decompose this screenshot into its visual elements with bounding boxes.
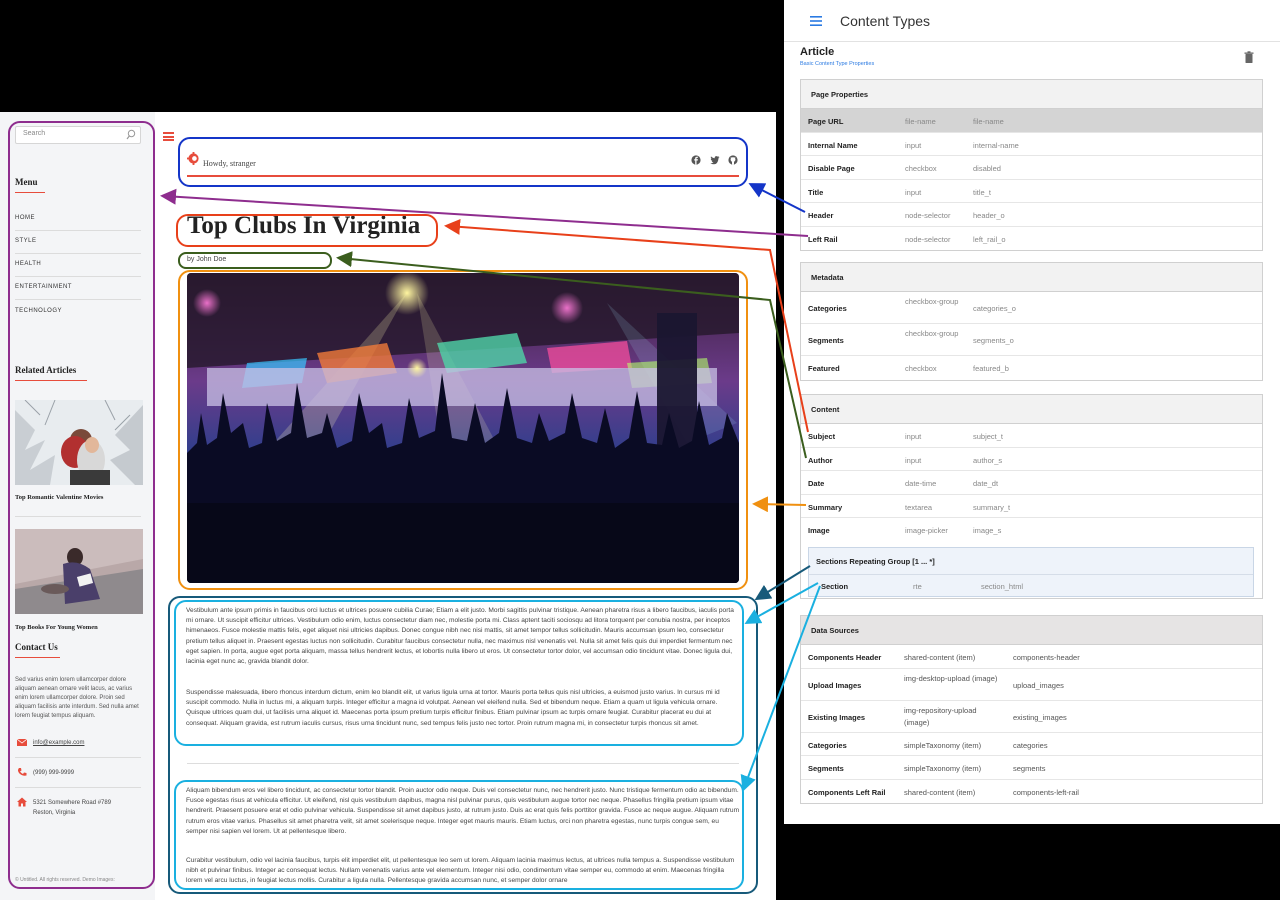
menu-item-technology[interactable]: TECHNOLOGY	[15, 308, 141, 314]
field-row-disable-page[interactable]: Disable Page checkbox disabled	[801, 156, 1262, 180]
section-paragraph-1: Vestibulum ante ipsum primis in faucibus…	[186, 607, 734, 666]
left-rail: Search Menu HOME STYLE HEALTH ENTERTAINM…	[0, 112, 155, 900]
contact-divider	[15, 787, 141, 788]
datasource-row-upload-images[interactable]: Upload Images img-desktop-upload (image) u…	[801, 669, 1262, 701]
related-title-books[interactable]: Top Books For Young Women	[15, 624, 98, 631]
related-thumb-valentine[interactable]	[15, 400, 143, 485]
menu-divider	[15, 230, 141, 231]
field-row-internal-name[interactable]: Internal Name input internal-name	[801, 133, 1262, 156]
content-type-properties-link[interactable]: Basic Content Type Properties	[800, 61, 874, 67]
mail-icon	[17, 738, 27, 746]
header-divider	[187, 175, 739, 177]
home-icon	[17, 797, 27, 807]
menu-divider	[15, 276, 141, 277]
field-row-left-rail[interactable]: Left Rail node-selector left_rail_o	[801, 227, 1262, 251]
menu-divider	[15, 299, 141, 300]
datasource-row-categories[interactable]: Categories simpleTaxonomy (item) categorie…	[801, 733, 1262, 756]
contact-email-text[interactable]: info@example.com	[33, 739, 84, 748]
repeating-group-heading: Sections Repeating Group [1 ... *]	[816, 557, 935, 566]
field-row-page-url[interactable]: Page URL file-name file-name	[801, 109, 1262, 133]
article-title: Top Clubs In Virginia	[187, 212, 421, 239]
contact-divider	[15, 757, 141, 758]
page-properties-heading: Page Properties	[801, 80, 1262, 109]
site-header: Howdy, stranger	[187, 147, 739, 187]
field-row-author[interactable]: Author input author_s	[801, 448, 1262, 471]
datasource-row-components-header[interactable]: Components Header shared-content (item) co…	[801, 645, 1262, 669]
datasource-row-components-left-rail[interactable]: Components Left Rail shared-content (item…	[801, 780, 1262, 804]
logo-icon[interactable]	[187, 152, 200, 165]
related-heading-underline	[15, 380, 87, 381]
field-row-featured[interactable]: Featured checkbox featured_b	[801, 356, 1262, 380]
related-thumb-books[interactable]	[15, 529, 143, 614]
data-sources-section: Data Sources Components Header shared-con…	[800, 615, 1263, 804]
section-paragraph-4: Curabitur vestibulum, odio vel lacinia f…	[186, 857, 735, 885]
contact-heading-underline	[15, 657, 60, 658]
metadata-section: Metadata Categories checkbox-group categor…	[800, 262, 1263, 381]
related-articles-heading: Related Articles	[15, 365, 77, 375]
trash-icon[interactable]	[1242, 50, 1256, 64]
article-byline: by John Doe	[187, 256, 227, 263]
metadata-heading: Metadata	[801, 263, 1262, 292]
greeting: Howdy, stranger	[203, 159, 256, 168]
content-heading: Content	[801, 395, 1262, 424]
sections-repeating-group[interactable]: Sections Repeating Group [1 ... *] Secti…	[808, 547, 1254, 597]
menu-heading-underline	[15, 192, 45, 193]
section-paragraph-2: Suspendisse malesuada, libero rhoncus in…	[186, 689, 720, 727]
datasource-row-existing-images[interactable]: Existing Images img-repository-upload (im…	[801, 701, 1262, 733]
menu-item-entertainment[interactable]: ENTERTAINMENT	[15, 284, 141, 290]
field-row-date[interactable]: Date date-time date_dt	[801, 471, 1262, 495]
menu-item-style[interactable]: STYLE	[15, 238, 141, 244]
contact-address-line1: 5321 Somewhere Road #789	[33, 800, 112, 806]
field-row-header[interactable]: Header node-selector header_o	[801, 203, 1262, 227]
website-preview: Search Menu HOME STYLE HEALTH ENTERTAINM…	[0, 112, 776, 900]
menu-icon[interactable]	[163, 132, 174, 141]
field-row-title[interactable]: Title input title_t	[801, 180, 1262, 203]
copyright: © Untitled. All rights reserved. Demo Im…	[15, 877, 115, 883]
field-row-summary[interactable]: Summary textarea summary_t	[801, 495, 1262, 518]
phone-icon	[18, 768, 27, 776]
menu-item-health[interactable]: HEALTH	[15, 261, 141, 267]
menu-item-home[interactable]: HOME	[15, 215, 141, 221]
datasource-row-segments[interactable]: Segments simpleTaxonomy (item) segments	[801, 756, 1262, 780]
menu-divider	[15, 253, 141, 254]
section-divider	[187, 763, 739, 764]
menu-icon[interactable]	[810, 16, 822, 26]
cms-top-bar: Content Types	[784, 0, 1280, 42]
facebook-icon[interactable]	[691, 155, 701, 165]
content-type-name: Article	[800, 46, 835, 58]
search-icon[interactable]	[126, 129, 136, 141]
search-input[interactable]: Search	[15, 126, 141, 144]
field-row-subject[interactable]: Subject input subject_t	[801, 424, 1262, 448]
contact-address-line2: Reston, Virginia	[33, 810, 76, 816]
menu-heading: Menu	[15, 177, 38, 187]
data-sources-heading: Data Sources	[801, 616, 1262, 645]
related-title-valentine[interactable]: Top Romantic Valentine Movies	[15, 494, 103, 501]
field-row-categories[interactable]: Categories checkbox-group categories_o	[801, 292, 1262, 324]
github-icon[interactable]	[728, 155, 738, 165]
section-paragraph-3: Aliquam bibendum eros vel libero tincidu…	[186, 787, 740, 835]
cms-page-title: Content Types	[840, 13, 931, 29]
field-row-image[interactable]: Image image-picker image_s	[801, 518, 1262, 542]
search-placeholder: Search	[23, 130, 46, 137]
content-type-editor: Content Types Article Basic Content Type…	[784, 0, 1280, 824]
contact-phone-text: (999) 999-9999	[33, 770, 75, 776]
field-row-section[interactable]: Section rte section_html	[809, 574, 1253, 597]
twitter-icon[interactable]	[710, 155, 720, 165]
contact-heading: Contact Us	[15, 642, 58, 652]
contact-description: Sed varius enim lorem ullamcorper dolore…	[15, 677, 139, 719]
article-hero-image	[187, 273, 739, 583]
related-divider	[15, 516, 141, 517]
page-properties-section: Page Properties Page URL file-name file-na…	[800, 79, 1263, 251]
field-row-segments[interactable]: Segments checkbox-group segments_o	[801, 324, 1262, 356]
